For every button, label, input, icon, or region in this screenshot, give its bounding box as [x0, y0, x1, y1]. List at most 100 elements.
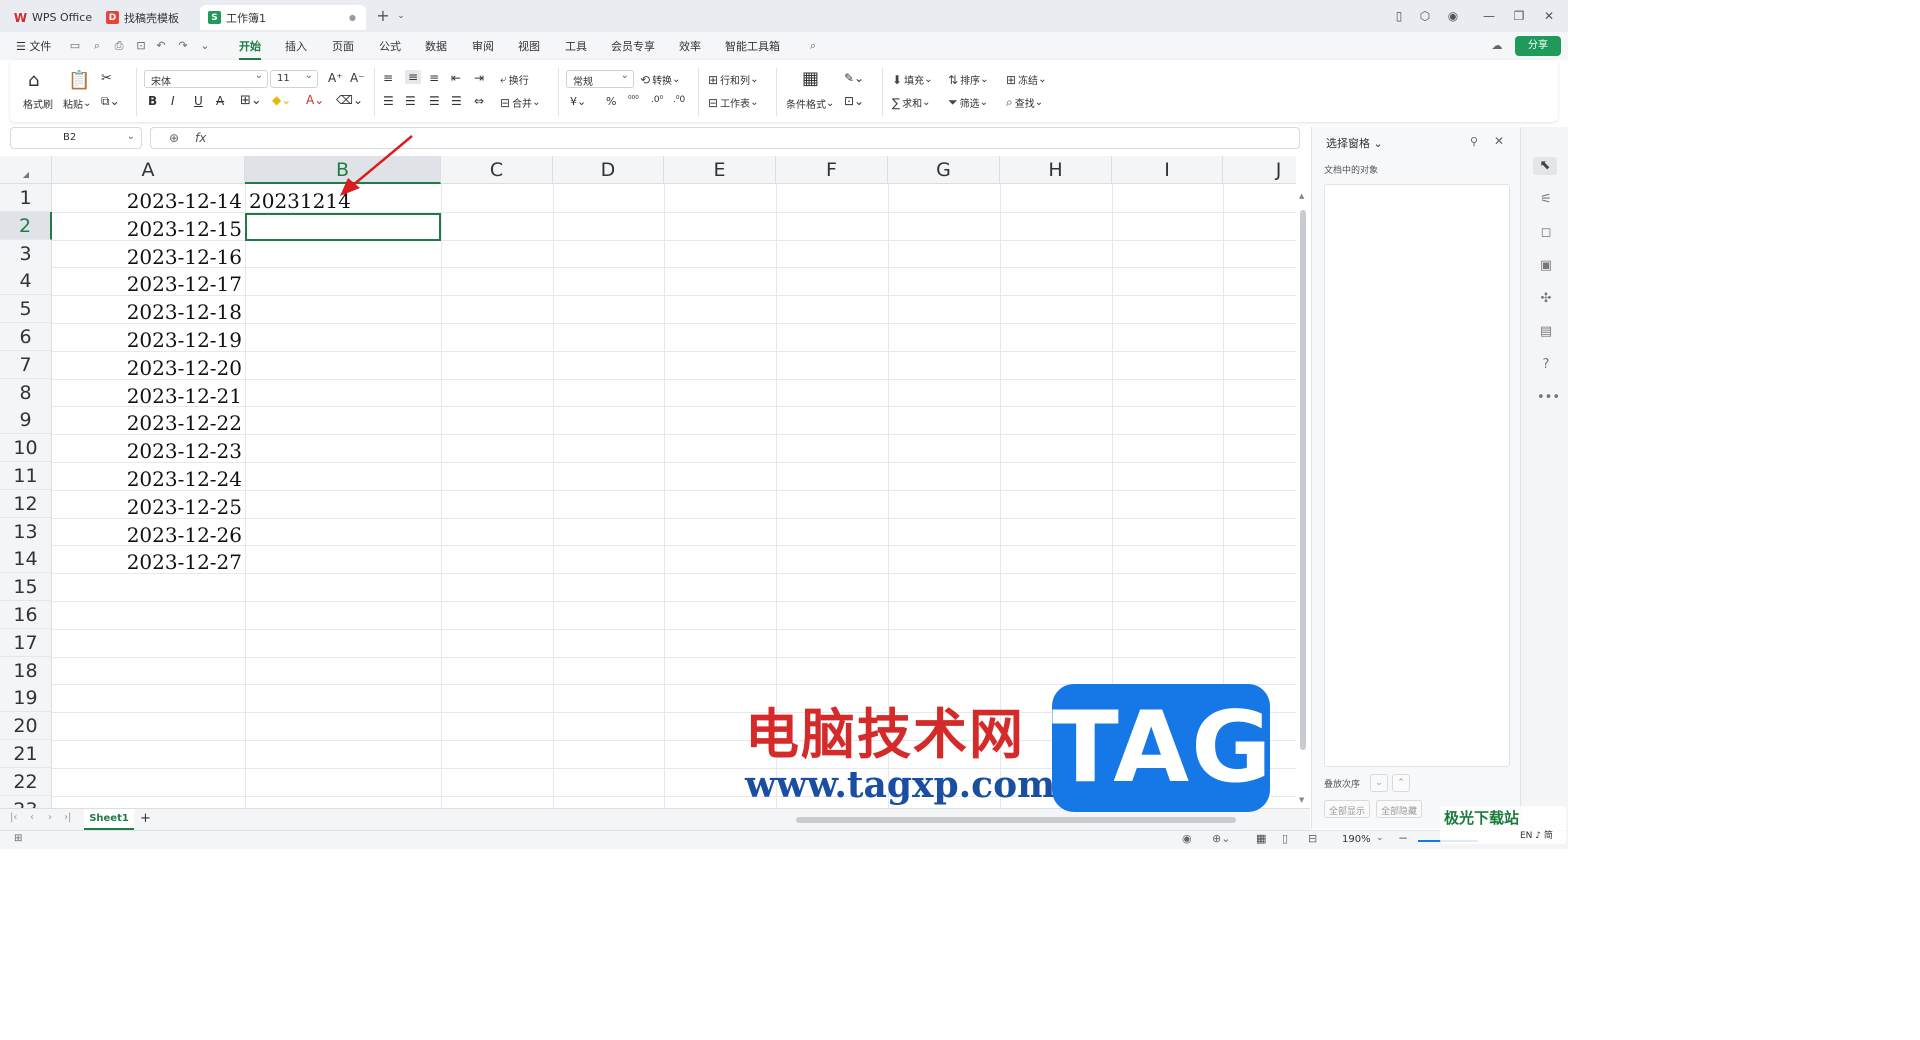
pane-close-icon[interactable]: ✕: [1494, 134, 1504, 148]
page-view-icon[interactable]: ▯: [1282, 832, 1288, 845]
menu-data[interactable]: 数据: [425, 38, 447, 54]
link-icon[interactable]: ⌕: [90, 39, 104, 53]
cell-a7[interactable]: 2023-12-20: [52, 353, 245, 380]
font-color-icon[interactable]: A⌄: [306, 93, 324, 107]
cell-a1[interactable]: 2023-12-14: [52, 186, 245, 213]
worksheet-button[interactable]: ⊟ 工作表 ⌄: [708, 95, 758, 111]
conditional-format-icon[interactable]: ▦: [802, 68, 819, 89]
vertical-scroll-thumb[interactable]: [1300, 210, 1306, 750]
search-icon[interactable]: ⌕: [806, 39, 820, 53]
menu-insert[interactable]: 插入: [285, 38, 307, 54]
distribute-icon[interactable]: ⇔: [474, 94, 484, 108]
tab-template[interactable]: D 找稿壳模板: [98, 5, 196, 30]
row-header-18[interactable]: 18: [0, 656, 52, 685]
book-icon[interactable]: ▤: [1537, 323, 1555, 341]
cell-a10[interactable]: 2023-12-23: [52, 436, 245, 463]
select-pane-icon[interactable]: ⬉: [1533, 157, 1557, 175]
align-top-icon[interactable]: ≡: [383, 71, 393, 85]
row-header-22[interactable]: 22: [0, 767, 52, 796]
cell-a6[interactable]: 2023-12-19: [52, 325, 245, 352]
row-header-2[interactable]: 2: [0, 211, 52, 240]
move-up-button[interactable]: ⌃: [1392, 774, 1410, 792]
row-header-21[interactable]: 21: [0, 740, 52, 768]
tools-icon[interactable]: ✣: [1537, 290, 1555, 308]
find-button[interactable]: ⌕ 查找 ⌄: [1006, 95, 1043, 110]
pin-icon[interactable]: ⚲: [1470, 135, 1478, 148]
italic-icon[interactable]: I: [171, 94, 175, 108]
fill-button[interactable]: ⬇ 填充 ⌄: [892, 72, 932, 88]
eye-icon[interactable]: ◉: [1182, 832, 1192, 845]
table-style-icon[interactable]: ⊡⌄: [844, 94, 864, 108]
indent-decrease-icon[interactable]: ⇤: [451, 71, 461, 85]
row-header-12[interactable]: 12: [0, 489, 52, 518]
align-center-icon[interactable]: ☰: [405, 94, 416, 108]
column-header-c[interactable]: C: [441, 156, 553, 184]
thousands-icon[interactable]: ⁰⁰⁰: [628, 95, 639, 105]
new-tab-button[interactable]: +: [374, 7, 392, 25]
next-sheet-icon[interactable]: ›: [48, 812, 52, 823]
row-header-11[interactable]: 11: [0, 462, 52, 490]
column-header-a[interactable]: A: [52, 156, 245, 184]
menu-home[interactable]: 开始: [239, 38, 261, 60]
row-header-10[interactable]: 10: [0, 434, 52, 463]
row-header-1[interactable]: 1: [0, 184, 52, 212]
name-box[interactable]: B2 ⌄: [10, 127, 142, 149]
fill-color-icon[interactable]: ◆⌄: [272, 93, 291, 107]
column-header-i[interactable]: I: [1112, 156, 1223, 184]
convert-button[interactable]: ⟲ 转换 ⌄: [640, 72, 680, 88]
chart-icon[interactable]: ▣: [1537, 257, 1555, 275]
sum-button[interactable]: ∑ 求和 ⌄: [892, 95, 930, 111]
tab-workbook[interactable]: S 工作簿1 ●: [200, 5, 366, 30]
conditional-format-button[interactable]: 条件格式 ⌄: [786, 96, 834, 111]
row-header-5[interactable]: 5: [0, 295, 52, 324]
cut-icon[interactable]: ✂: [101, 71, 112, 86]
cell-a14[interactable]: 2023-12-27: [52, 547, 245, 574]
align-middle-icon[interactable]: ≡: [405, 70, 422, 84]
move-down-button[interactable]: ⌄: [1370, 774, 1388, 792]
row-header-3[interactable]: 3: [0, 239, 52, 268]
menu-view[interactable]: 视图: [518, 38, 540, 54]
cell-a2[interactable]: 2023-12-15: [52, 214, 245, 241]
cloud-icon[interactable]: ☁: [1490, 39, 1504, 53]
align-right-icon[interactable]: ☰: [429, 94, 440, 108]
hide-all-button[interactable]: 全部隐藏: [1376, 800, 1423, 818]
row-header-7[interactable]: 7: [0, 350, 52, 379]
layout-icon[interactable]: ▯: [1390, 7, 1408, 25]
preview-icon[interactable]: ⊡: [134, 39, 148, 53]
row-header-4[interactable]: 4: [0, 267, 52, 296]
column-header-h[interactable]: H: [1000, 156, 1112, 184]
menu-review[interactable]: 审阅: [472, 38, 494, 54]
share-button[interactable]: 分享: [1515, 36, 1561, 56]
copy-icon[interactable]: ⧉⌄: [101, 94, 120, 109]
row-header-19[interactable]: 19: [0, 684, 52, 713]
wrap-text-button[interactable]: ⤶ 换行: [500, 72, 529, 87]
font-shrink-icon[interactable]: A⁻: [350, 71, 365, 85]
strikethrough-icon[interactable]: A: [216, 94, 224, 108]
undo-icon[interactable]: ↶: [154, 39, 168, 53]
row-header-23[interactable]: 23: [0, 795, 52, 808]
filter-button[interactable]: ⏷ 筛选 ⌄: [948, 95, 988, 110]
align-left-icon[interactable]: ☰: [383, 94, 394, 108]
font-grow-icon[interactable]: A⁺: [328, 71, 343, 85]
object-list[interactable]: [1324, 184, 1510, 767]
tab-modified-dot-icon[interactable]: ●: [349, 13, 356, 22]
restore-icon[interactable]: ❐: [1510, 7, 1528, 25]
minimize-icon[interactable]: —: [1480, 7, 1498, 25]
menu-formula[interactable]: 公式: [379, 38, 401, 54]
print-icon[interactable]: ⎙: [112, 39, 126, 53]
menu-efficiency[interactable]: 效率: [679, 38, 701, 54]
add-sheet-button[interactable]: +: [140, 811, 151, 826]
eraser-icon[interactable]: ⌫⌄: [336, 93, 363, 107]
column-header-f[interactable]: F: [776, 156, 888, 184]
zoom-level[interactable]: 190%: [1342, 834, 1371, 845]
border-icon[interactable]: ⊞⌄: [240, 93, 262, 108]
properties-icon[interactable]: ⚟: [1537, 191, 1555, 209]
cell-a9[interactable]: 2023-12-22: [52, 408, 245, 435]
fx-icon[interactable]: fx: [195, 131, 206, 145]
help-icon[interactable]: ?: [1537, 356, 1555, 374]
target-icon[interactable]: ⊕⌄: [1212, 832, 1230, 845]
row-header-14[interactable]: 14: [0, 545, 52, 574]
font-size-select[interactable]: 11: [270, 70, 318, 88]
column-header-e[interactable]: E: [664, 156, 776, 184]
row-col-button[interactable]: ⊞ 行和列 ⌄: [708, 72, 758, 88]
